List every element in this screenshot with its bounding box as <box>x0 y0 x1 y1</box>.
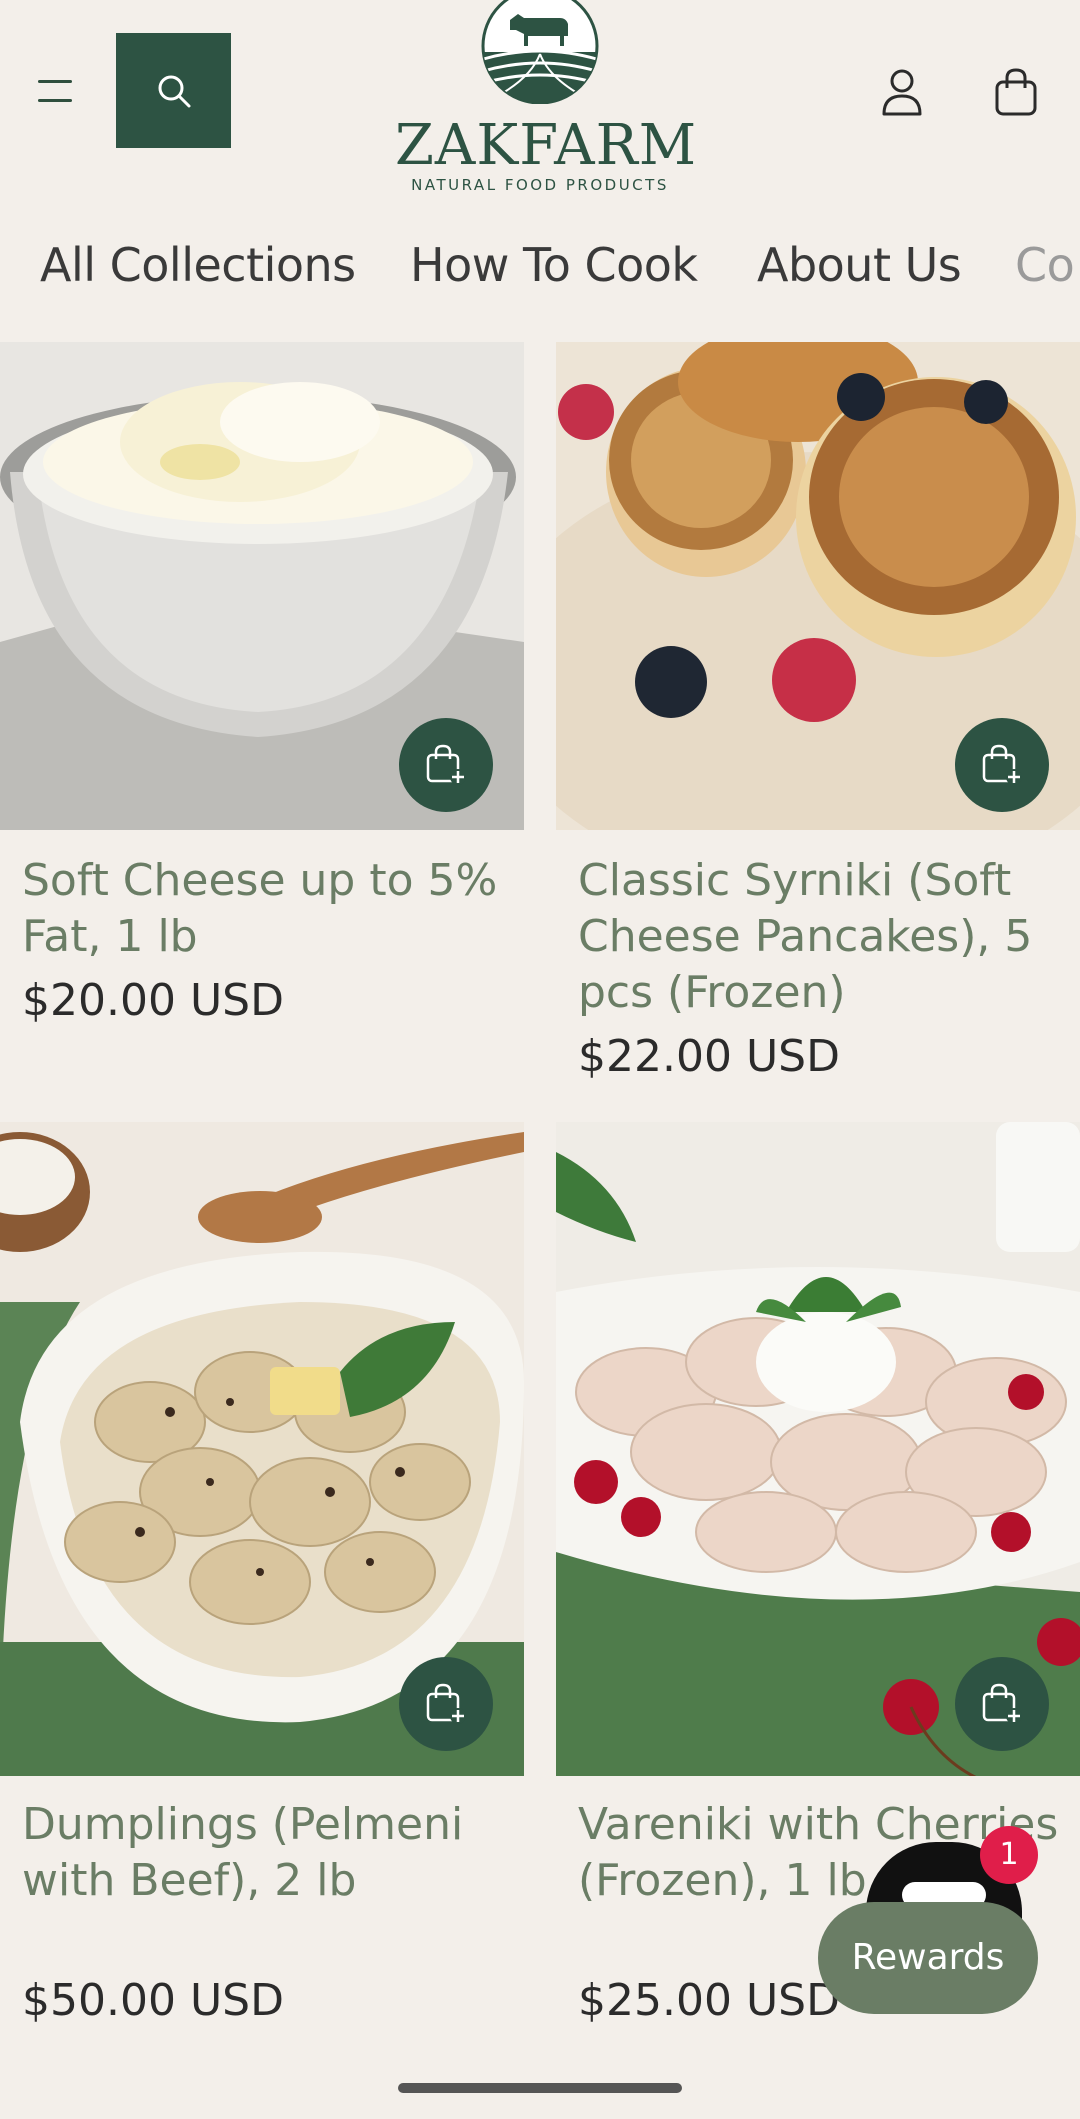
product-title[interactable]: Soft Cheese up to 5% Fat, 1 lb <box>22 853 522 965</box>
bag-plus-icon <box>982 1683 1022 1724</box>
product-image[interactable] <box>556 342 1080 830</box>
product-title[interactable]: Classic Syrniki (Soft Cheese Pancakes), … <box>578 853 1078 1021</box>
add-to-cart-button[interactable] <box>399 1657 493 1751</box>
nav-item-how-to-cook[interactable]: How To Cook <box>410 225 698 305</box>
bag-plus-icon <box>982 744 1022 785</box>
cart-button[interactable] <box>992 66 1040 118</box>
rewards-button[interactable]: Rewards <box>818 1902 1038 2014</box>
product-price: $22.00 USD <box>578 1031 840 1082</box>
bag-plus-icon <box>426 744 466 785</box>
nav-item-contact[interactable]: Co <box>1015 225 1075 305</box>
shopping-bag-icon <box>995 68 1037 116</box>
search-button[interactable] <box>116 33 231 148</box>
search-icon <box>158 75 190 107</box>
product-image[interactable] <box>0 1122 524 1776</box>
site-header: ZAKFARM NATURAL FOOD PRODUCTS <box>0 0 1080 210</box>
product-image[interactable] <box>0 342 524 830</box>
chat-unread-badge: 1 <box>980 1826 1038 1884</box>
home-indicator[interactable] <box>398 2083 682 2093</box>
collection-nav: All Collections How To Cook About Us Co <box>0 225 1080 305</box>
menu-button[interactable] <box>38 72 82 110</box>
product-card[interactable]: Dumplings (Pelmeni with Beef), 2 lb $50.… <box>0 1122 524 2042</box>
product-card[interactable]: Soft Cheese up to 5% Fat, 1 lb $20.00 US… <box>0 342 524 1062</box>
nav-item-all-collections[interactable]: All Collections <box>40 225 356 305</box>
product-price: $25.00 USD <box>578 1975 840 2026</box>
add-to-cart-button[interactable] <box>955 718 1049 812</box>
account-button[interactable] <box>878 66 926 118</box>
product-card[interactable]: Classic Syrniki (Soft Cheese Pancakes), … <box>556 342 1080 1122</box>
account-icon <box>882 69 922 116</box>
add-to-cart-button[interactable] <box>399 718 493 812</box>
page: ZAKFARM NATURAL FOOD PRODUCTS All Collec… <box>0 0 1080 2119</box>
menu-icon <box>38 80 72 83</box>
bag-plus-icon <box>426 1683 466 1724</box>
product-price: $20.00 USD <box>22 975 284 1026</box>
add-to-cart-button[interactable] <box>955 1657 1049 1751</box>
farm-logo-icon <box>481 0 599 104</box>
nav-item-about-us[interactable]: About Us <box>757 225 962 305</box>
brand-logo[interactable]: ZAKFARM NATURAL FOOD PRODUCTS <box>395 0 698 205</box>
brand-name: ZAKFARM <box>395 113 698 178</box>
brand-tagline: NATURAL FOOD PRODUCTS <box>411 176 669 194</box>
product-price: $50.00 USD <box>22 1975 284 2026</box>
product-title[interactable]: Dumplings (Pelmeni with Beef), 2 lb <box>22 1797 522 1909</box>
product-image[interactable] <box>556 1122 1080 1776</box>
